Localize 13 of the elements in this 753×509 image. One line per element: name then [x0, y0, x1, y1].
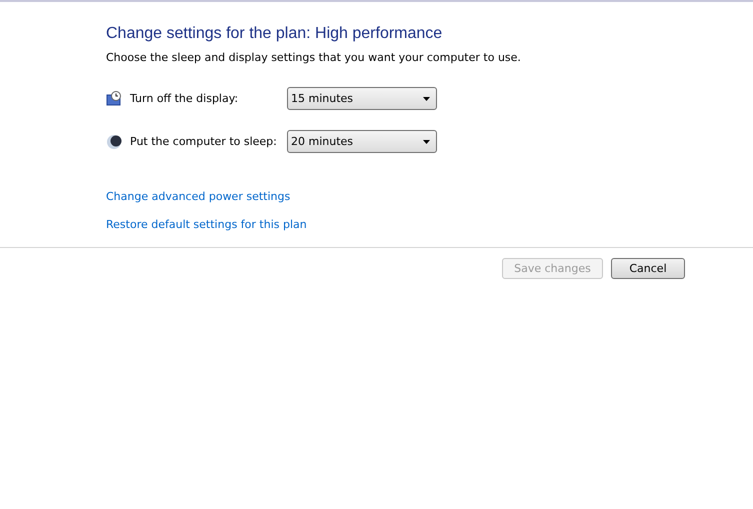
moon-icon	[106, 134, 122, 150]
page-title: Change settings for the plan: High performance	[106, 25, 444, 43]
caret-icon	[423, 96, 430, 100]
dropdown[interactable]: 20 minutes	[287, 130, 437, 153]
dropdown[interactable]: 15 minutes	[287, 87, 437, 110]
setting-label: Turn off the display:	[130, 92, 240, 105]
link[interactable]: Change advanced power settings	[106, 190, 290, 203]
monitor-clock-icon	[106, 90, 122, 106]
caret-icon	[423, 140, 430, 144]
setting-label: Put the computer to sleep:	[130, 135, 278, 148]
cancel-button[interactable]: Cancel	[611, 258, 685, 279]
page-description: Choose the sleep and display settings that you want your computer to use.	[106, 51, 522, 64]
link[interactable]: Restore default settings for this plan	[106, 218, 307, 231]
